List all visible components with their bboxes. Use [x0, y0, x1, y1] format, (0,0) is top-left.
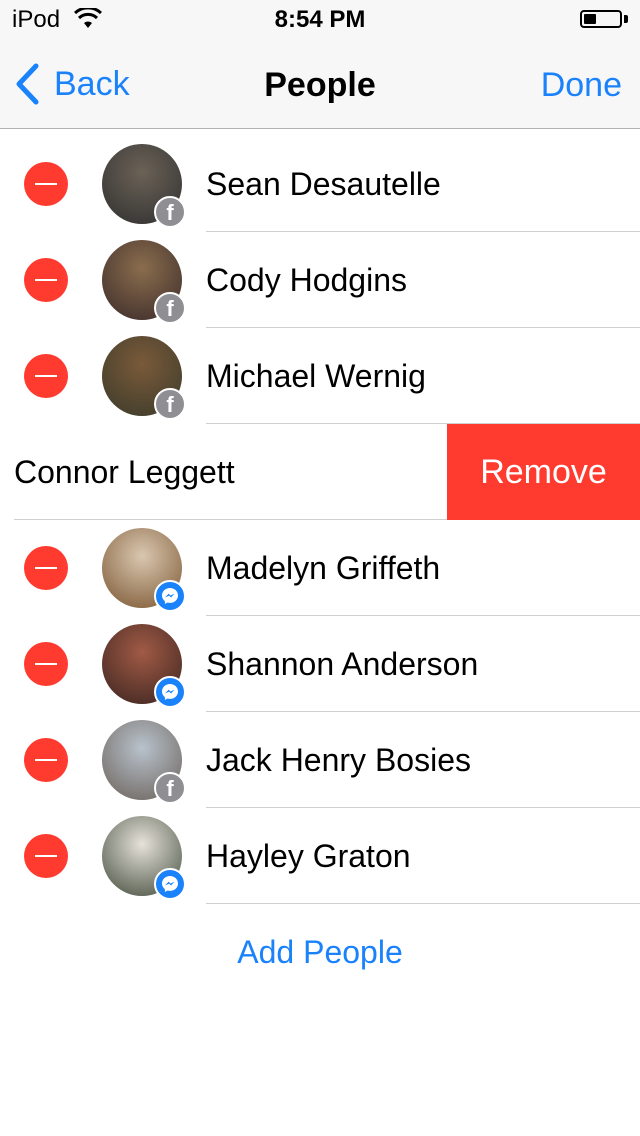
person-row[interactable]: f Cody Hodgins [0, 232, 640, 328]
person-name: Madelyn Griffeth [206, 550, 441, 586]
battery-tip [624, 15, 628, 23]
facebook-badge-icon: f [154, 772, 186, 804]
facebook-badge-icon: f [154, 292, 186, 324]
messenger-badge-icon [154, 868, 186, 900]
facebook-badge-icon: f [154, 388, 186, 420]
done-button[interactable]: Done [541, 66, 622, 105]
row-divider [206, 903, 640, 904]
person-name: Connor Leggett [14, 454, 235, 490]
person-name: Jack Henry Bosies [206, 742, 471, 778]
person-name: Sean Desautelle [206, 166, 441, 202]
person-row[interactable]: f Jack Henry Bosies [0, 712, 640, 808]
person-row[interactable]: Hayley Graton [0, 808, 640, 904]
delete-minus-button[interactable] [24, 834, 68, 878]
delete-minus-button[interactable] [24, 162, 68, 206]
delete-minus-button[interactable] [24, 738, 68, 782]
person-name: Cody Hodgins [206, 262, 407, 298]
delete-minus-button[interactable] [24, 642, 68, 686]
person-row-swiped[interactable]: Connor Leggett Remove [0, 424, 640, 520]
person-name: Shannon Anderson [206, 646, 479, 682]
status-time: 8:54 PM [274, 6, 366, 33]
messenger-badge-icon [154, 580, 186, 612]
delete-minus-button[interactable] [24, 546, 68, 590]
person-row[interactable]: Shannon Anderson [0, 616, 640, 712]
add-people-button[interactable]: Add People [0, 920, 640, 984]
facebook-badge-icon: f [154, 196, 186, 228]
person-row[interactable]: Madelyn Griffeth [0, 520, 640, 616]
person-row[interactable]: f Michael Wernig [0, 328, 640, 424]
messenger-badge-icon [154, 676, 186, 708]
person-name: Hayley Graton [206, 838, 411, 874]
battery-icon [580, 10, 622, 28]
delete-minus-button[interactable] [24, 258, 68, 302]
delete-minus-button[interactable] [24, 354, 68, 398]
battery-level [584, 14, 596, 24]
remove-button[interactable]: Remove [447, 424, 640, 520]
navigation-bar: Back People Done [0, 40, 640, 129]
person-row[interactable]: f Sean Desautelle [0, 136, 640, 232]
person-name: Michael Wernig [206, 358, 426, 394]
status-bar: iPod 8:54 PM [0, 0, 640, 40]
people-list: f Sean Desautelle f Cody Hodgins f Micha… [0, 136, 640, 904]
